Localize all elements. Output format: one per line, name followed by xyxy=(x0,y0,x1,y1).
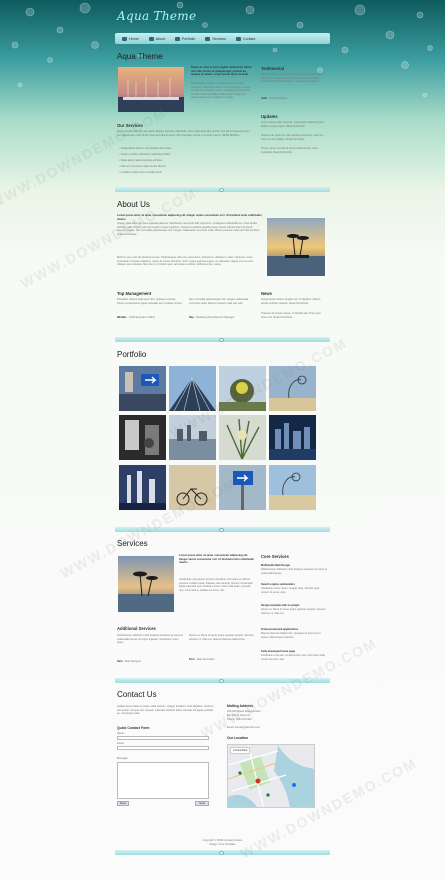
portfolio-thumb[interactable] xyxy=(269,415,316,460)
nav-about[interactable]: About xyxy=(146,34,168,43)
portfolio-thumb[interactable] xyxy=(119,465,166,510)
scroll-top-icon[interactable] xyxy=(219,850,224,855)
intro-lead: Donec ac nunc et arcu sagittis elementum… xyxy=(191,66,252,77)
user-icon xyxy=(148,36,154,41)
portfolio-thumb[interactable] xyxy=(269,465,316,510)
news-title: News xyxy=(261,291,272,296)
manager-text: Nam convallis pellentesque nisl. Integer… xyxy=(189,298,249,305)
nav-services[interactable]: Services xyxy=(202,34,229,43)
services-lead: Lorem ipsum dolor sit amet, consectetur … xyxy=(179,554,254,565)
about-title: About Us xyxy=(117,200,150,209)
service-list-item: › Suspendisse dictum sed pharetra accums… xyxy=(119,147,172,150)
testimonial-title: Testimonial xyxy=(261,66,284,71)
palm-tree-photo xyxy=(118,556,174,612)
main-nav: Home About Portfolio Services Contact xyxy=(115,33,330,44)
additional-service-author: Finn - Web Developer xyxy=(189,658,215,661)
management-title: Top Management xyxy=(117,291,152,296)
location-map[interactable]: Central Park xyxy=(227,744,315,808)
service-list-item: › Nam et urna lacus mattis ornare dictum xyxy=(119,165,166,168)
additional-service-author: Sam - Web Designer xyxy=(117,660,142,663)
watermark: WWW.DOWNDEMO.COM xyxy=(0,104,170,212)
palm-sunset-photo xyxy=(267,218,325,276)
testimonial-text: Morbi tincidunt, orci ac convallis aliqu… xyxy=(261,73,323,84)
nav-label: Home xyxy=(129,36,139,41)
send-button[interactable]: Send xyxy=(195,801,209,806)
core-service-text: Vestibulum tortor quam, feugiat vitae, u… xyxy=(261,587,320,594)
update-item[interactable]: Donec rutrum at velit sit amet condiment… xyxy=(261,147,327,159)
scroll-top-icon[interactable] xyxy=(219,678,224,683)
address-line: Email: contact@domain.com xyxy=(227,726,261,729)
nav-label: Portfolio xyxy=(182,36,196,41)
nav-label: About xyxy=(155,36,165,41)
portfolio-thumb[interactable] xyxy=(219,415,266,460)
scroll-top-icon[interactable] xyxy=(219,527,224,532)
scroll-top-icon[interactable] xyxy=(219,337,224,342)
news-item[interactable]: Praesent id metus massa, ut blandit odio… xyxy=(261,312,327,324)
contact-form-title: Quick Contact Form xyxy=(117,726,150,730)
update-item[interactable]: Lorem ipsum dolor sit amet, consectetur … xyxy=(261,121,327,133)
service-list-item: › Curabitur mattis arcu id mattis lacus xyxy=(119,171,162,174)
additional-services-title: Additional Services xyxy=(117,626,156,631)
portfolio-icon xyxy=(175,36,180,41)
core-service-text: Donec eu libero sit amet quam egestas se… xyxy=(261,608,326,615)
core-service-text: Pellentesque habitant morbi tristique se… xyxy=(261,568,327,575)
updates-title: Updates xyxy=(261,114,278,119)
manager-text: Phasellus ultrices nulla quis nibh. Quis… xyxy=(117,298,183,305)
news-item[interactable]: Suspendisse dictum feugiat nisl. Ut dapi… xyxy=(261,298,327,310)
service-list-item: › Class aptent taciti sociosqu ad litora xyxy=(119,159,162,162)
core-service-text: Vestibulum erat wisi, condimentum sed, c… xyxy=(261,654,326,661)
portfolio-title: Portfolio xyxy=(117,350,147,359)
section-divider xyxy=(115,337,330,342)
portfolio-thumb[interactable] xyxy=(119,366,166,411)
scroll-top-icon[interactable] xyxy=(219,187,224,192)
service-list-item: › Fusce eu dolor vehicula in vehicula po… xyxy=(119,153,171,156)
update-item[interactable]: Vivamus ac quam eu nibh blandit fermentu… xyxy=(261,134,327,146)
intro-title: Aqua Theme xyxy=(117,52,163,61)
site-logo[interactable]: Aqua Theme xyxy=(117,9,196,23)
section-divider xyxy=(115,187,330,192)
section-divider xyxy=(115,850,330,855)
core-services-title: Core Services xyxy=(261,554,289,559)
marina-photo xyxy=(118,67,184,112)
additional-service-text: Donec eu libero sit amet quam egestas se… xyxy=(189,634,254,641)
mail-icon xyxy=(235,36,241,41)
nav-home[interactable]: Home xyxy=(119,34,142,43)
testimonial-author: John - Web Developer xyxy=(261,97,288,100)
location-title: Our Location xyxy=(227,736,249,740)
manager-name: Windler - Chief Executive Officer xyxy=(117,316,156,319)
nav-contact[interactable]: Contact xyxy=(233,34,258,43)
reset-button[interactable]: Reset xyxy=(117,801,129,806)
message-label: Message: xyxy=(117,757,129,760)
footer-credit: Design: Free Template xyxy=(209,843,236,846)
name-input[interactable] xyxy=(117,736,209,740)
manager-name: Ray - Marketing Development Manager xyxy=(189,316,235,319)
map-place-label: Central Park xyxy=(230,747,251,754)
services-icon xyxy=(205,36,211,41)
additional-service-text: Pellentesque habitant morbi tristique se… xyxy=(117,634,183,645)
home-icon xyxy=(122,36,127,41)
about-paragraph: Morbi in sem quis dui placerat ornare. P… xyxy=(117,256,254,267)
portfolio-thumb[interactable] xyxy=(119,415,166,460)
contact-intro: Nullam dictum felis eu pede mollis preti… xyxy=(117,705,214,716)
nav-label: Contact xyxy=(242,36,256,41)
contact-title: Contact Us xyxy=(117,690,157,699)
core-service-text: Mauris placerat eleifend leo. Quisque si… xyxy=(261,632,321,639)
email-input[interactable] xyxy=(117,746,209,750)
message-textarea[interactable] xyxy=(117,762,209,799)
intro-body: Nulla facilisi. Aenean ut neque non nisi… xyxy=(191,82,252,100)
services-body: Vestibulum ante ipsum primis in faucibus… xyxy=(179,578,253,592)
nav-portfolio[interactable]: Portfolio xyxy=(172,34,198,43)
nav-label: Services xyxy=(212,36,226,41)
